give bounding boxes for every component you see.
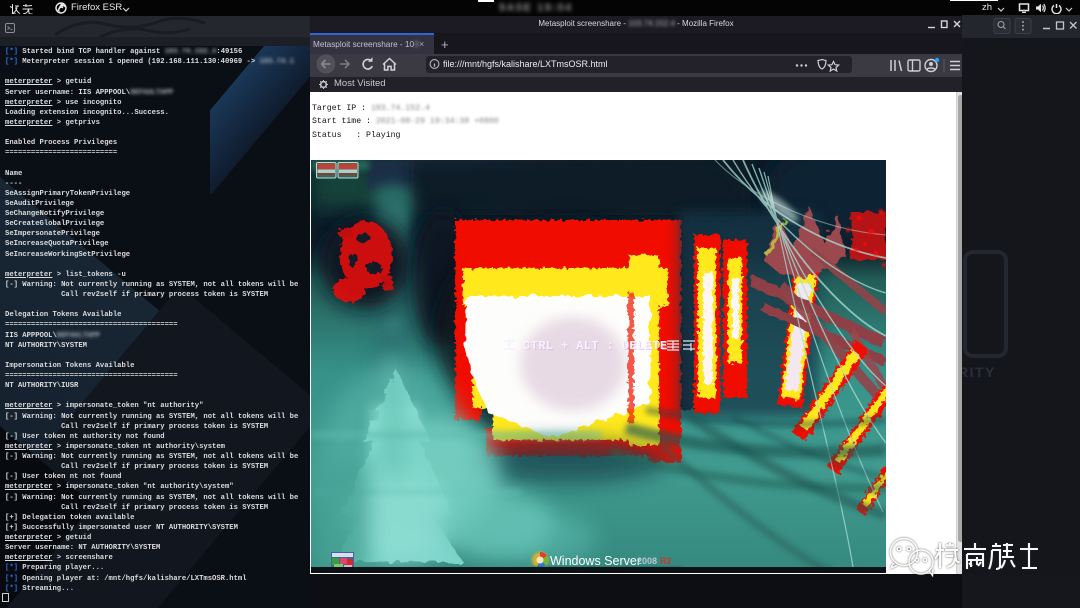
svg-text:2008: 2008	[637, 556, 657, 566]
svg-text:R2: R2	[660, 556, 672, 566]
svg-text:CTRL + ALT : DELETE: CTRL + ALT : DELETE	[523, 339, 667, 353]
svg-text:RITY: RITY	[962, 364, 996, 380]
svg-text:Windows Server: Windows Server	[550, 554, 641, 568]
